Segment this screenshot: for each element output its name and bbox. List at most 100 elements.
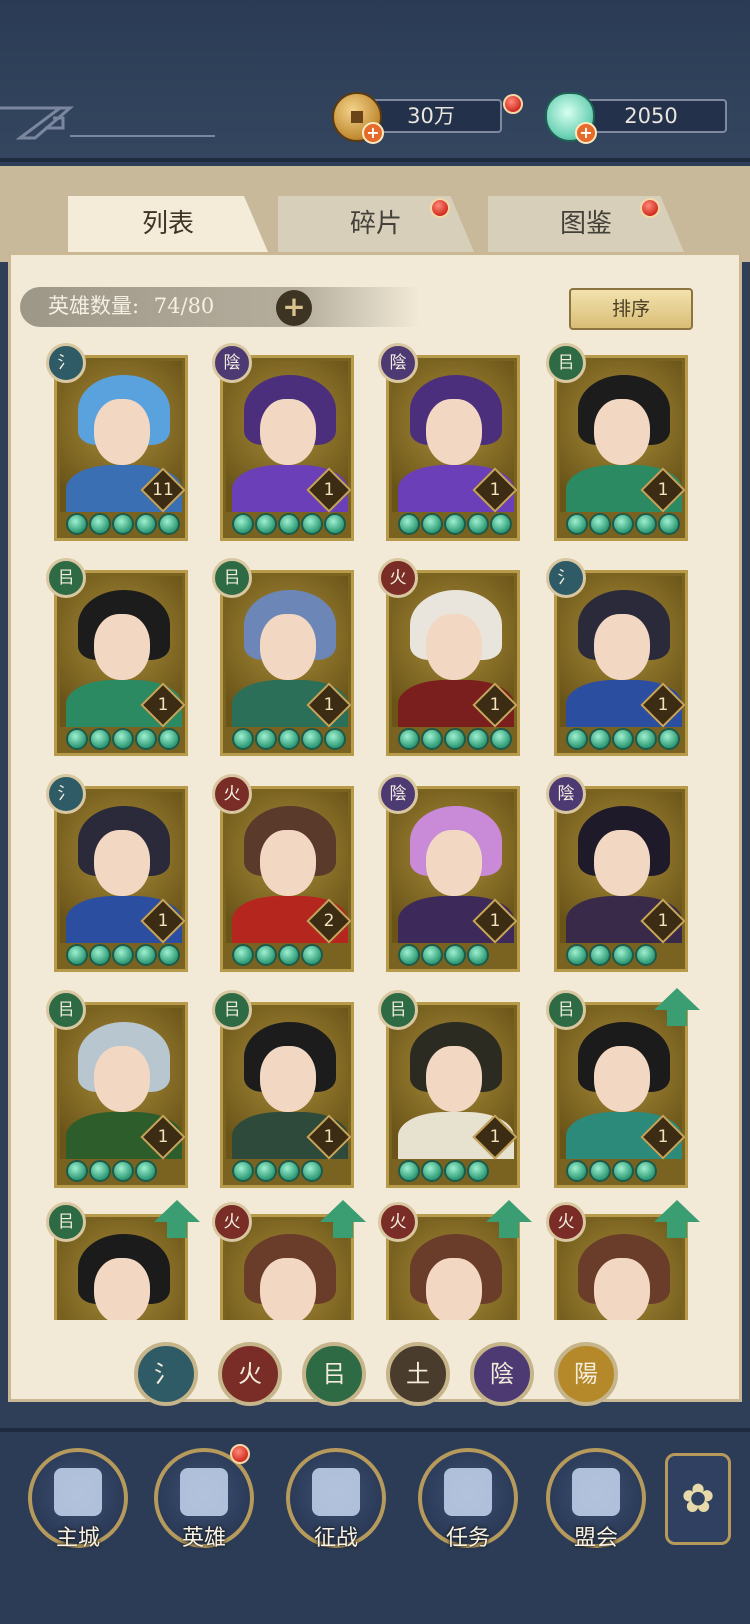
jade-star-icon <box>635 513 657 535</box>
hero-face <box>260 1046 316 1112</box>
hero-card[interactable]: 1 <box>554 570 688 756</box>
jade-star-icon <box>421 944 443 966</box>
element-badge-icon: 㠯 <box>46 1202 86 1242</box>
hero-face <box>594 1046 650 1112</box>
hero-card[interactable]: 1 <box>386 570 520 756</box>
jade-star-icon <box>89 944 111 966</box>
jade-star-icon <box>278 513 300 535</box>
jade-star-icon <box>301 728 323 750</box>
hero-level: 2 <box>323 911 335 931</box>
hero-card[interactable]: 1 <box>554 786 688 972</box>
star-rating <box>226 943 348 967</box>
jade-star-icon <box>112 728 134 750</box>
hero-face <box>94 614 150 680</box>
jade-star-icon <box>66 513 88 535</box>
element-filter-button[interactable]: 火 <box>218 1342 282 1406</box>
hero-card[interactable]: 1 <box>54 786 188 972</box>
jade-star-icon <box>658 728 680 750</box>
hero-face <box>426 399 482 465</box>
jade-star-icon <box>398 513 420 535</box>
upgrade-arrow-icon <box>320 1200 366 1240</box>
hero-card[interactable]: 1 <box>386 355 520 541</box>
jade-star-icon <box>421 728 443 750</box>
nav-label: 主城 <box>55 1526 100 1551</box>
element-badge-icon: 火 <box>212 1202 252 1242</box>
hero-level: 1 <box>323 1127 335 1147</box>
hero-card[interactable]: 1 <box>386 786 520 972</box>
jade-star-icon <box>566 513 588 535</box>
jade-star-icon <box>232 944 254 966</box>
hero-face <box>594 1258 650 1320</box>
hero-level: 1 <box>489 480 501 500</box>
element-filter-button[interactable]: 氵 <box>134 1342 198 1406</box>
hero-face <box>260 399 316 465</box>
hero-card[interactable]: 1 <box>220 1002 354 1188</box>
jade-star-icon <box>135 1160 157 1182</box>
hero-level: 1 <box>323 695 335 715</box>
star-rating <box>226 1159 348 1183</box>
battle-icon <box>312 1468 360 1516</box>
jade-star-icon <box>612 1160 634 1182</box>
hero-card[interactable]: 1 <box>554 355 688 541</box>
hero-level: 1 <box>489 911 501 931</box>
jade-star-icon <box>158 728 180 750</box>
star-rating <box>560 943 682 967</box>
star-rating <box>392 727 514 751</box>
element-filter-button[interactable]: 陽 <box>554 1342 618 1406</box>
jade-star-icon <box>398 944 420 966</box>
jade-star-icon <box>301 944 323 966</box>
hero-card[interactable]: 1 <box>54 1002 188 1188</box>
element-badge-icon: 氵 <box>46 343 86 383</box>
hero-card[interactable]: 1 <box>54 570 188 756</box>
element-badge-icon: 火 <box>378 558 418 598</box>
jade-star-icon <box>612 728 634 750</box>
menu-flower-icon[interactable]: ✿ <box>665 1453 731 1545</box>
hero-level: 1 <box>157 695 169 715</box>
nav-label: 任务 <box>445 1526 490 1551</box>
hero-card[interactable]: 11 <box>54 355 188 541</box>
jade-star-icon <box>467 728 489 750</box>
nav-label: 征战 <box>313 1526 358 1551</box>
jade-star-icon <box>301 513 323 535</box>
hero-card[interactable]: 1 <box>220 570 354 756</box>
jade-star-icon <box>589 1160 611 1182</box>
hero-card[interactable]: 1 <box>220 355 354 541</box>
hero-face <box>426 830 482 896</box>
hero-level: 1 <box>657 911 669 931</box>
element-filter-button[interactable]: 土 <box>386 1342 450 1406</box>
element-filter-button[interactable]: 陰 <box>470 1342 534 1406</box>
jade-star-icon <box>635 1160 657 1182</box>
hero-grid: 11 氵 1 陰 1 陰 1 㠯 1 㠯 1 㠯 1 火 1 氵 1 氵 2 火 1 陰 1 陰 1 㠯 1 㠯 1 㠯 1 㠯㠯火火火 <box>0 0 750 1320</box>
hero-card[interactable]: 1 <box>386 1002 520 1188</box>
hero-level: 1 <box>157 1127 169 1147</box>
jade-star-icon <box>112 944 134 966</box>
star-rating <box>226 512 348 536</box>
hero-face <box>260 1258 316 1320</box>
jade-star-icon <box>255 1160 277 1182</box>
jade-star-icon <box>421 1160 443 1182</box>
hero-card[interactable]: 2 <box>220 786 354 972</box>
element-badge-icon: 火 <box>212 774 252 814</box>
jade-star-icon <box>398 1160 420 1182</box>
jade-star-icon <box>444 728 466 750</box>
nav-label: 盟会 <box>573 1526 618 1551</box>
jade-star-icon <box>612 944 634 966</box>
jade-star-icon <box>444 1160 466 1182</box>
element-badge-icon: 氵 <box>546 558 586 598</box>
jade-star-icon <box>589 513 611 535</box>
star-rating <box>560 512 682 536</box>
hero-card[interactable]: 1 <box>554 1002 688 1188</box>
jade-star-icon <box>255 728 277 750</box>
hero-face <box>426 614 482 680</box>
upgrade-arrow-icon <box>654 1200 700 1240</box>
jade-star-icon <box>89 1160 111 1182</box>
hero-level: 1 <box>157 911 169 931</box>
element-filter-button[interactable]: 㠯 <box>302 1342 366 1406</box>
hero-face <box>260 614 316 680</box>
hero-face <box>94 1258 150 1320</box>
hero-nav-notification-dot <box>230 1444 250 1464</box>
task-icon <box>444 1468 492 1516</box>
jade-star-icon <box>398 728 420 750</box>
hero-level: 1 <box>323 480 335 500</box>
hero-face <box>426 1258 482 1320</box>
